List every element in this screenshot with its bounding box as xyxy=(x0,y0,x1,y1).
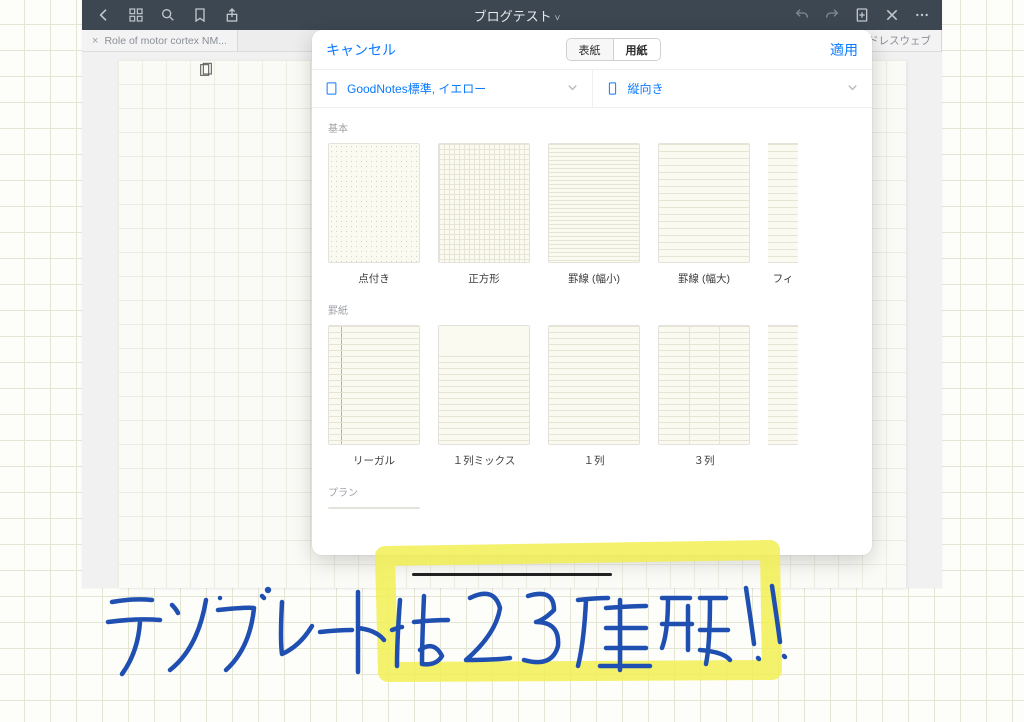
template-list[interactable]: 基本 点付き 正方形 罫線 (幅小) 罫線 (幅大) xyxy=(312,108,872,555)
template-label: 罫線 (幅小) xyxy=(568,271,620,286)
template-label: フィ xyxy=(773,271,794,286)
more-icon[interactable] xyxy=(914,7,930,23)
template-thumb xyxy=(328,507,420,509)
template-thumb xyxy=(438,143,530,263)
template-row-lined: リーガル １列ミックス １列 ３列 xyxy=(328,325,872,478)
paper-size-label: GoodNotes標準, イエロー xyxy=(347,80,486,97)
template-label: １列 xyxy=(584,453,605,468)
template-item[interactable]: 点付き xyxy=(328,143,420,286)
template-thumb xyxy=(658,143,750,263)
orientation-selector[interactable]: 縦向き xyxy=(592,70,873,107)
template-thumb xyxy=(768,325,798,445)
template-thumb xyxy=(548,143,640,263)
template-label: ３列 xyxy=(694,453,715,468)
template-row-plan xyxy=(328,507,872,517)
template-thumb xyxy=(658,325,750,445)
template-thumb xyxy=(768,143,798,263)
cancel-button[interactable]: キャンセル xyxy=(326,40,396,60)
tab-item[interactable]: × Role of motor cortex NM... xyxy=(82,30,238,51)
template-row-basic: 点付き 正方形 罫線 (幅小) 罫線 (幅大) フィ xyxy=(328,143,872,296)
chevron-down-icon xyxy=(845,80,860,98)
modal-header: キャンセル 表紙 用紙 適用 xyxy=(312,30,872,70)
template-item[interactable]: 正方形 xyxy=(438,143,530,286)
undo-icon[interactable] xyxy=(794,7,810,23)
back-icon[interactable] xyxy=(96,7,112,23)
grid-icon[interactable] xyxy=(128,7,144,23)
tab-label: Role of motor cortex NM... xyxy=(104,35,227,47)
segment-cover[interactable]: 表紙 xyxy=(567,39,614,60)
template-item[interactable]: フィ xyxy=(768,143,798,286)
template-item[interactable] xyxy=(768,325,798,468)
template-item[interactable]: １列 xyxy=(548,325,640,468)
template-item[interactable]: リーガル xyxy=(328,325,420,468)
section-title-lined: 罫紙 xyxy=(328,302,872,317)
template-label: 点付き xyxy=(358,271,390,286)
embedded-app-screenshot: ブログテスト ˅ × Role of motor cortex NM... xyxy=(82,0,942,588)
template-item[interactable]: 罫線 (幅小) xyxy=(548,143,640,286)
template-thumb xyxy=(548,325,640,445)
orientation-icon xyxy=(605,81,620,96)
template-item[interactable]: 罫線 (幅大) xyxy=(658,143,750,286)
redo-icon[interactable] xyxy=(824,7,840,23)
home-indicator xyxy=(412,573,612,576)
template-thumb xyxy=(328,325,420,445)
search-icon[interactable] xyxy=(160,7,176,23)
page-icon xyxy=(324,81,339,96)
selector-row: GoodNotes標準, イエロー 縦向き xyxy=(312,70,872,108)
apply-button[interactable]: 適用 xyxy=(830,40,858,60)
add-page-icon[interactable] xyxy=(854,7,870,23)
template-item[interactable]: １列ミックス xyxy=(438,325,530,468)
paper-size-selector[interactable]: GoodNotes標準, イエロー xyxy=(312,70,592,107)
cover-paper-segment[interactable]: 表紙 用紙 xyxy=(566,38,661,61)
template-thumb xyxy=(438,325,530,445)
segment-paper[interactable]: 用紙 xyxy=(614,39,660,60)
close-icon[interactable] xyxy=(884,7,900,23)
document-title[interactable]: ブログテスト ˅ xyxy=(240,6,794,25)
app-toolbar: ブログテスト ˅ xyxy=(82,0,942,30)
template-thumb xyxy=(328,143,420,263)
section-title-basic: 基本 xyxy=(328,120,872,135)
template-picker-modal: キャンセル 表紙 用紙 適用 GoodNotes標準, イエロー 縦向き xyxy=(312,30,872,555)
share-icon[interactable] xyxy=(224,7,240,23)
template-label: 正方形 xyxy=(468,271,500,286)
section-title-plan: プラン xyxy=(328,484,872,499)
chevron-down-icon xyxy=(565,80,580,98)
page-thumbnail-icon[interactable] xyxy=(198,62,214,76)
template-label: 罫線 (幅大) xyxy=(678,271,730,286)
template-label: リーガル xyxy=(353,453,395,468)
bookmark-icon[interactable] xyxy=(192,7,208,23)
tab-close-icon[interactable]: × xyxy=(92,35,98,47)
template-label: １列ミックス xyxy=(453,453,516,468)
template-item[interactable]: ３列 xyxy=(658,325,750,468)
orientation-label: 縦向き xyxy=(628,80,664,97)
